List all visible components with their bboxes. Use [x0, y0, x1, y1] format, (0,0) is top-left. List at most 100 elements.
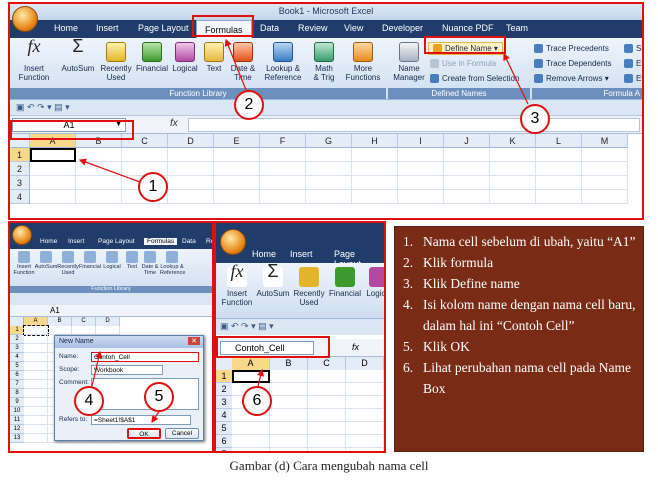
lookup-reference-button[interactable]: Lookup & Reference: [260, 42, 306, 82]
small-cell[interactable]: [48, 326, 72, 335]
table-cell[interactable]: [214, 162, 260, 176]
small-cell[interactable]: [23, 325, 49, 336]
small-column-header[interactable]: B: [48, 317, 72, 326]
small-office-button-icon[interactable]: [12, 225, 32, 245]
table-cell[interactable]: [582, 148, 628, 162]
mid-row-header[interactable]: 4: [216, 409, 232, 422]
row-header[interactable]: 1: [10, 148, 30, 162]
tab-review[interactable]: Review: [298, 23, 328, 33]
column-header[interactable]: M: [582, 134, 628, 148]
small-row-header[interactable]: 11: [10, 416, 24, 425]
small-row-header[interactable]: 1: [10, 326, 24, 335]
mid-cell[interactable]: [308, 448, 346, 451]
mid-cell[interactable]: [308, 422, 346, 435]
tab-view[interactable]: View: [344, 23, 363, 33]
small-ribbon-button[interactable]: Financial: [78, 251, 102, 270]
table-cell[interactable]: [76, 148, 122, 162]
small-cell[interactable]: [24, 371, 48, 380]
small-tab-data[interactable]: Data: [182, 238, 196, 245]
mid-cell[interactable]: [270, 370, 308, 383]
mid-cell[interactable]: [270, 383, 308, 396]
mid-office-button-icon[interactable]: [220, 229, 246, 255]
row-header[interactable]: 2: [10, 162, 30, 176]
more-functions-button[interactable]: More Functions: [342, 42, 384, 82]
table-cell[interactable]: [168, 176, 214, 190]
small-row-header[interactable]: 13: [10, 434, 24, 443]
mid-cell[interactable]: [232, 370, 270, 383]
mid-cell[interactable]: [308, 409, 346, 422]
recently-used-button[interactable]: Recently Used: [98, 42, 134, 82]
mid-cell[interactable]: [308, 435, 346, 448]
column-header[interactable]: K: [490, 134, 536, 148]
small-corner[interactable]: [10, 317, 24, 326]
financial-button[interactable]: Financial: [134, 42, 170, 73]
mid-cell[interactable]: [346, 370, 384, 383]
table-cell[interactable]: [398, 190, 444, 204]
table-cell[interactable]: [352, 148, 398, 162]
small-row-header[interactable]: 7: [10, 380, 24, 389]
dialog-name-input[interactable]: Contoh_Cell: [91, 352, 199, 362]
table-cell[interactable]: [582, 162, 628, 176]
column-header[interactable]: D: [168, 134, 214, 148]
use-in-formula-button[interactable]: Use in Formula: [430, 59, 496, 69]
table-cell[interactable]: [30, 148, 76, 162]
mid-cell[interactable]: [346, 422, 384, 435]
small-column-header[interactable]: C: [72, 317, 96, 326]
table-cell[interactable]: [582, 190, 628, 204]
small-row-header[interactable]: 2: [10, 335, 24, 344]
insert-function-button[interactable]: fx Insert Function: [14, 37, 54, 82]
create-from-selection-button[interactable]: Create from Selection: [430, 74, 519, 84]
trace-precedents-button[interactable]: Trace Precedents: [534, 44, 609, 54]
small-tab-page-layout[interactable]: Page Layout: [98, 238, 135, 245]
table-cell[interactable]: [306, 162, 352, 176]
small-row-header[interactable]: 6: [10, 371, 24, 380]
table-cell[interactable]: [398, 162, 444, 176]
mid-tab-insert[interactable]: Insert: [290, 249, 313, 259]
math-trig-button[interactable]: Math & Trig: [308, 42, 340, 82]
mid-row-header[interactable]: 7: [216, 448, 232, 451]
mid-ribbon-button[interactable]: Σ AutoSum: [256, 262, 290, 298]
table-cell[interactable]: [122, 148, 168, 162]
tab-home[interactable]: Home: [54, 23, 78, 33]
column-header[interactable]: E: [214, 134, 260, 148]
table-cell[interactable]: [536, 162, 582, 176]
tab-team[interactable]: Team: [506, 23, 528, 33]
small-row-header[interactable]: 10: [10, 407, 24, 416]
small-tab-re[interactable]: Re: [206, 238, 212, 245]
table-cell[interactable]: [260, 176, 306, 190]
small-ribbon-button[interactable]: Insert Function: [12, 251, 36, 276]
table-cell[interactable]: [444, 190, 490, 204]
mid-cell[interactable]: [270, 422, 308, 435]
mid-column-header[interactable]: B: [270, 357, 308, 370]
table-cell[interactable]: [444, 162, 490, 176]
mid-cell[interactable]: [346, 396, 384, 409]
small-tab-insert[interactable]: Insert: [68, 238, 84, 245]
mid-ribbon-button[interactable]: Logical: [362, 267, 384, 298]
mid-row-header[interactable]: 3: [216, 396, 232, 409]
small-row-header[interactable]: 12: [10, 425, 24, 434]
text-button[interactable]: Text: [202, 42, 226, 73]
table-cell[interactable]: [168, 148, 214, 162]
mid-column-header[interactable]: C: [308, 357, 346, 370]
mid-cell[interactable]: [308, 370, 346, 383]
mid-qat-icons[interactable]: ▣ ↶ ↷ ▾ ▤ ▾: [220, 321, 274, 332]
small-ribbon-button[interactable]: Lookup & Reference: [160, 251, 185, 276]
mid-ribbon-button[interactable]: Financial: [328, 267, 362, 298]
table-cell[interactable]: [76, 190, 122, 204]
logical-button[interactable]: Logical: [170, 42, 200, 73]
mid-ribbon-button[interactable]: fx Insert Function: [220, 262, 254, 307]
small-tab-formulas[interactable]: Formulas: [144, 238, 178, 245]
small-cell[interactable]: [72, 326, 96, 335]
error-checking-button[interactable]: Erro: [624, 59, 642, 69]
remove-arrows-button[interactable]: Remove Arrows ▾: [534, 74, 609, 84]
small-cell[interactable]: [24, 344, 48, 353]
mid-column-header[interactable]: D: [346, 357, 384, 370]
table-cell[interactable]: [536, 148, 582, 162]
table-cell[interactable]: [306, 190, 352, 204]
formula-input[interactable]: [188, 118, 640, 132]
table-cell[interactable]: [168, 162, 214, 176]
dialog-scope-select[interactable]: Workbook: [91, 365, 163, 375]
small-cell[interactable]: [24, 389, 48, 398]
name-manager-button[interactable]: Name Manager: [392, 42, 426, 82]
small-cell[interactable]: [24, 335, 48, 344]
